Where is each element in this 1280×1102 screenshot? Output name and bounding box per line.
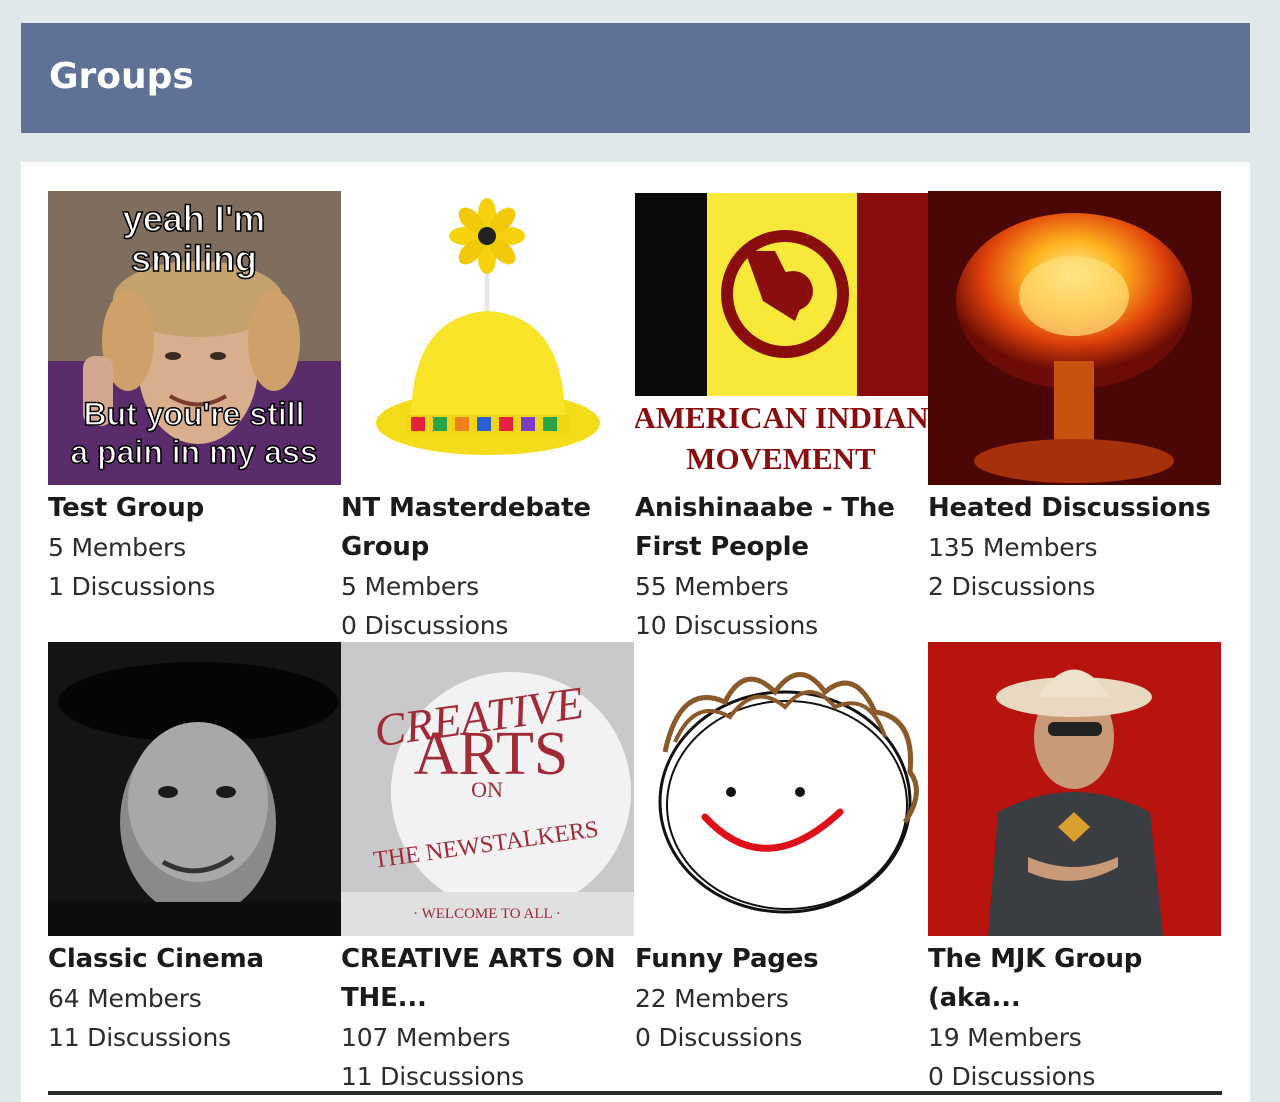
- group-discussions: 2 Discussions: [928, 572, 1096, 601]
- group-members: 55 Members: [635, 572, 789, 601]
- creative-text-word3: ON: [471, 777, 503, 802]
- group-thumbnail-anishinaabe[interactable]: AMERICAN INDIAN MOVEMENT: [635, 191, 928, 485]
- group-discussions: 0 Discussions: [635, 1023, 803, 1052]
- group-thumbnail-funny-pages[interactable]: [635, 642, 928, 936]
- meme-text-top2: smiling: [131, 238, 257, 279]
- group-thumbnail-test-group[interactable]: yeah I'm smiling But you're still a pain…: [48, 191, 341, 485]
- group-members: 19 Members: [928, 1023, 1082, 1052]
- group-card-classic-cinema: Classic Cinema 64 Members 11 Discussions: [48, 642, 341, 1057]
- meme-text-bottom2: a pain in my ass: [70, 434, 317, 470]
- yellow-hat-image: [341, 191, 634, 485]
- group-members: 22 Members: [635, 984, 789, 1013]
- group-card-funny-pages: Funny Pages 22 Members 0 Discussions: [635, 642, 928, 1057]
- group-card-anishinaabe: AMERICAN INDIAN MOVEMENT Anishinaabe - T…: [635, 191, 928, 645]
- meme-text-bottom: But you're still: [84, 396, 305, 432]
- next-row-edge: [48, 1091, 1222, 1095]
- group-thumbnail-creative-arts[interactable]: CREATIVE ARTS ON THE NEWSTALKERS · WELCO…: [341, 642, 634, 936]
- group-members: 135 Members: [928, 533, 1098, 562]
- group-name[interactable]: The MJK Group (aka...: [928, 940, 1221, 1018]
- group-members: 5 Members: [341, 572, 479, 601]
- group-name[interactable]: NT Masterdebate Group: [341, 489, 634, 567]
- group-card-mjk-group: The MJK Group (aka... 19 Members 0 Discu…: [928, 642, 1221, 1096]
- groups-header: Groups: [21, 23, 1250, 133]
- aim-flag-image: AMERICAN INDIAN MOVEMENT: [635, 191, 928, 485]
- group-name[interactable]: CREATIVE ARTS ON THE...: [341, 940, 634, 1018]
- group-members: 64 Members: [48, 984, 202, 1013]
- aim-text-line1: AMERICAN INDIAN: [635, 400, 928, 435]
- cinema-portrait-image: [48, 642, 341, 936]
- page-title: Groups: [49, 56, 194, 97]
- group-name[interactable]: Funny Pages: [635, 940, 928, 979]
- group-name[interactable]: Classic Cinema: [48, 940, 341, 979]
- group-name[interactable]: Test Group: [48, 489, 341, 528]
- group-thumbnail-heated-discussions[interactable]: [928, 191, 1221, 485]
- group-members: 107 Members: [341, 1023, 511, 1052]
- creative-arts-image: CREATIVE ARTS ON THE NEWSTALKERS · WELCO…: [341, 642, 634, 936]
- aim-text-line2: MOVEMENT: [686, 441, 876, 476]
- group-card-creative-arts: CREATIVE ARTS ON THE NEWSTALKERS · WELCO…: [341, 642, 634, 1096]
- group-name[interactable]: Heated Discussions: [928, 489, 1221, 528]
- group-members: 5 Members: [48, 533, 186, 562]
- creative-text-word5: · WELCOME TO ALL ·: [413, 906, 561, 922]
- group-discussions: 1 Discussions: [48, 572, 216, 601]
- meme-image: yeah I'm smiling But you're still a pain…: [48, 191, 341, 485]
- group-thumbnail-classic-cinema[interactable]: [48, 642, 341, 936]
- group-discussions: 11 Discussions: [48, 1023, 231, 1052]
- group-card-test-group: yeah I'm smiling But you're still a pain…: [48, 191, 341, 606]
- group-card-nt-masterdebate: NT Masterdebate Group 5 Members 0 Discus…: [341, 191, 634, 645]
- group-name[interactable]: Anishinaabe - The First People: [635, 489, 928, 567]
- meme-text-top: yeah I'm: [123, 198, 266, 239]
- group-discussions: 10 Discussions: [635, 611, 818, 640]
- group-thumbnail-mjk-group[interactable]: [928, 642, 1221, 936]
- explosion-image: [928, 191, 1221, 485]
- group-card-heated-discussions: Heated Discussions 135 Members 2 Discuss…: [928, 191, 1221, 606]
- cowboy-portrait-image: [928, 642, 1221, 936]
- group-discussions: 0 Discussions: [341, 611, 509, 640]
- group-thumbnail-nt-masterdebate[interactable]: [341, 191, 634, 485]
- smiley-drawing-image: [635, 642, 928, 936]
